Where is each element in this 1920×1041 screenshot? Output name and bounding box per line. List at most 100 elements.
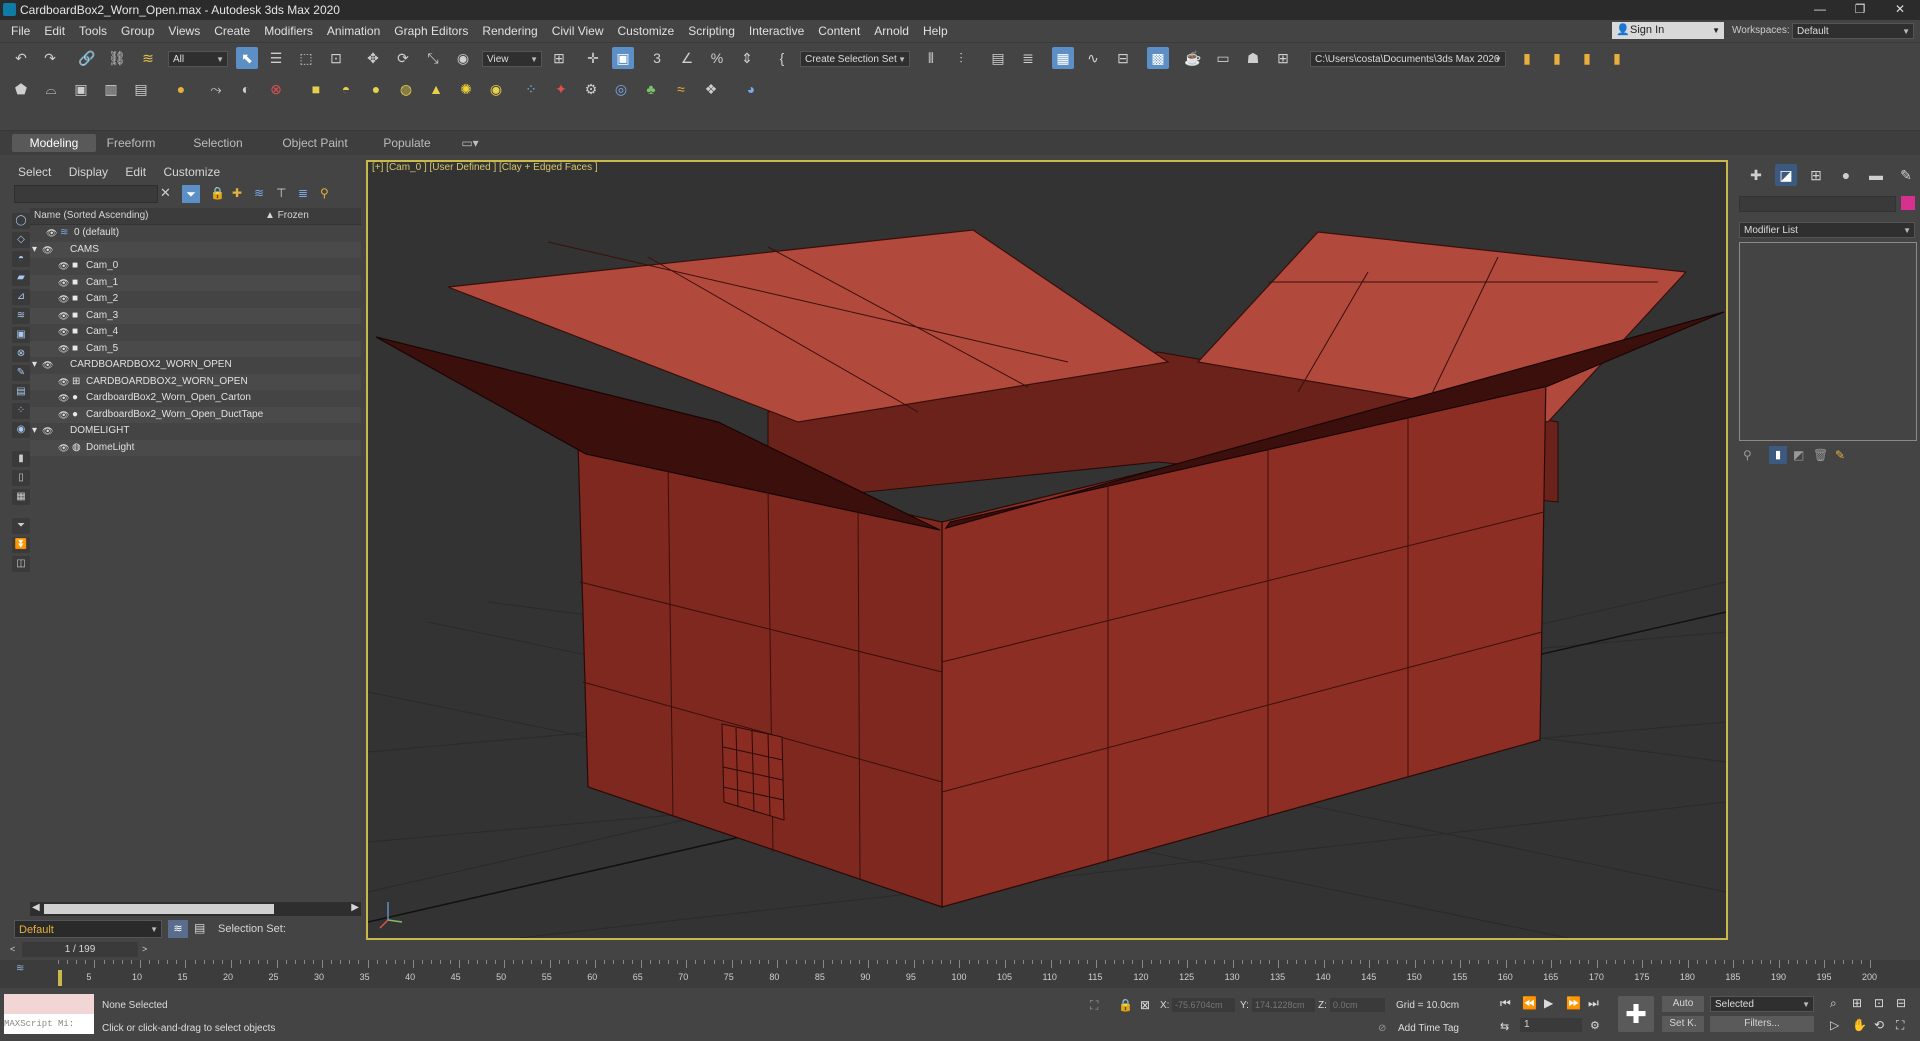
hair-icon[interactable]: ≈	[670, 78, 692, 100]
viewport-label[interactable]: [+] [Cam_0 ] [User Defined ] [Clay + Edg…	[372, 162, 598, 173]
sun-icon[interactable]: ✺	[455, 78, 477, 100]
selection-lock-icon[interactable]: 🔒	[1118, 998, 1133, 1012]
layer-explorer-icon[interactable]: ≣	[1017, 47, 1039, 69]
tree-row[interactable]: 👁 ● CardboardBox2_Worn_Open_Carton	[30, 390, 361, 406]
open-project-icon[interactable]: ▮	[1546, 47, 1568, 69]
polygon-icon[interactable]: ⬟	[10, 78, 32, 100]
menu-create[interactable]: Create	[207, 20, 257, 42]
angle-snap-icon[interactable]: ∠	[676, 47, 698, 69]
menu-scripting[interactable]: Scripting	[681, 20, 742, 42]
go-to-start-icon[interactable]: ⏮	[1500, 996, 1511, 1011]
modifier-stack-icon[interactable]: ▥	[100, 78, 122, 100]
scroll-left-icon[interactable]: ◀	[32, 902, 40, 913]
named-selection-set-dropdown[interactable]: Create Selection Set ▼	[800, 51, 910, 67]
cone-primitive-icon[interactable]: ▲	[425, 78, 447, 100]
menu-graph-editors[interactable]: Graph Editors	[387, 20, 475, 42]
hemisphere-primitive-icon[interactable]: ◓	[335, 78, 357, 100]
dynamics-icon[interactable]: ✦	[550, 78, 572, 100]
rotate-icon[interactable]: ⟳	[392, 47, 414, 69]
visibility-eye-icon[interactable]: 👁	[58, 440, 69, 456]
expand-icon[interactable]: ▾	[32, 242, 37, 258]
tree-row[interactable]: ▾ 👁 CAMS	[30, 241, 361, 258]
rendered-frame-window-icon[interactable]: ▭	[1212, 47, 1234, 69]
tree-row[interactable]: 👁 ■ Cam_3	[30, 307, 361, 324]
visibility-eye-icon[interactable]: 👁	[58, 258, 69, 274]
minimize-button[interactable]: —	[1800, 2, 1840, 18]
select-object-icon[interactable]: ⬉	[236, 47, 258, 69]
arnold-icon[interactable]: ◕	[740, 78, 762, 100]
rectangular-selection-icon[interactable]: ⬚	[295, 47, 317, 69]
unlink-icon[interactable]: ⛓	[106, 47, 128, 69]
orbit-icon[interactable]: ⟲	[1874, 1018, 1884, 1032]
tree-row[interactable]: 👁 ≋ 0 (default)	[30, 225, 361, 241]
restore-button[interactable]: ❐	[1840, 2, 1880, 18]
workspaces-dropdown[interactable]: Default ▼	[1792, 23, 1914, 39]
invert-display-icon[interactable]: ▯	[12, 470, 30, 486]
close-button[interactable]: ✕	[1880, 2, 1920, 18]
path-icon[interactable]: ⤳	[205, 78, 227, 100]
rig-icon[interactable]: ⚙	[580, 78, 602, 100]
visibility-eye-icon[interactable]: 👁	[58, 275, 69, 291]
zoom-extents-icon[interactable]: ⊡	[1874, 996, 1884, 1010]
render-in-cloud-icon[interactable]: ⊞	[1272, 47, 1294, 69]
zoom-extents-all-icon[interactable]: ⊟	[1896, 996, 1906, 1010]
stack-icon[interactable]: ≣	[298, 186, 308, 200]
key-mode-icon[interactable]: ⇆	[1500, 1020, 1509, 1033]
key-filter-dropdown[interactable]: Selected ▼	[1710, 996, 1814, 1012]
utilities-tab-icon[interactable]: ✎	[1895, 164, 1917, 186]
curve-editor-mini-icon[interactable]: ≋	[16, 963, 24, 974]
visibility-eye-icon[interactable]: 👁	[58, 308, 69, 324]
remove-modifier-icon[interactable]: 🗑	[1813, 448, 1828, 462]
menu-tools[interactable]: Tools	[72, 20, 114, 42]
menu-content[interactable]: Content	[811, 20, 867, 42]
column-frozen[interactable]: ▲ Frozen	[265, 210, 309, 221]
auto-key-button[interactable]: Auto	[1662, 996, 1704, 1012]
visibility-eye-icon[interactable]: 👁	[58, 390, 69, 406]
menu-file[interactable]: File	[4, 20, 37, 42]
x-coord-field[interactable]: -75.6704cm	[1172, 998, 1235, 1012]
tree-row[interactable]: ▾ 👁 CARDBOARDBOX2_WORN_OPEN	[30, 357, 361, 373]
layer-explorer-toggle-icon[interactable]: ≋	[168, 920, 188, 938]
visibility-eye-icon[interactable]: 👁	[42, 242, 53, 258]
object-color-swatch[interactable]	[1901, 196, 1915, 210]
current-frame-field[interactable]: 1	[1520, 1018, 1582, 1032]
display-all-icon[interactable]: ◉	[12, 422, 30, 438]
visibility-eye-icon[interactable]: 👁	[46, 225, 57, 241]
redo-icon[interactable]: ↷	[39, 47, 61, 69]
move-icon[interactable]: ✥	[362, 47, 384, 69]
ribbon-options-icon[interactable]: ▭▾	[455, 134, 485, 152]
add-time-tag[interactable]: Add Time Tag	[1398, 1023, 1459, 1034]
absolute-mode-icon[interactable]: ⊠	[1140, 998, 1150, 1012]
zoom-all-icon[interactable]: ⊞	[1852, 996, 1862, 1010]
menu-animation[interactable]: Animation	[320, 20, 387, 42]
pivot-center-icon[interactable]: ⊞	[548, 47, 570, 69]
explorer-menu-display[interactable]: Display	[69, 165, 108, 179]
viewport-icon[interactable]: ▣	[70, 78, 92, 100]
camera-sync-icon[interactable]: ◫	[12, 556, 30, 572]
expand-icon[interactable]: ▾	[32, 423, 37, 439]
schematic-view-icon[interactable]: ⊟	[1112, 47, 1134, 69]
render-setup-icon[interactable]: ☕	[1182, 47, 1204, 69]
tree-row[interactable]: 👁 ■ Cam_1	[30, 274, 361, 291]
tab-object-paint[interactable]: Object Paint	[275, 134, 355, 152]
tree-row[interactable]: 👁 ■ Cam_0	[30, 258, 361, 274]
toggle-ribbon-icon[interactable]: ▦	[1052, 47, 1074, 69]
current-layer-dropdown[interactable]: Default ▼	[14, 920, 162, 938]
bind-space-warp-icon[interactable]: ≋	[137, 47, 159, 69]
filter-toggle-icon[interactable]: ⏷	[12, 518, 30, 534]
explorer-menu-customize[interactable]: Customize	[163, 165, 220, 179]
frozen-icon[interactable]: ▦	[12, 489, 30, 505]
filter-funnel-icon[interactable]: ⏬	[12, 537, 30, 553]
select-manipulate-icon[interactable]: ✛	[582, 47, 604, 69]
display-none-icon[interactable]: ▮	[12, 451, 30, 467]
display-lights-icon[interactable]: ◓	[12, 251, 30, 267]
spinner-snap-icon[interactable]: ⇕	[736, 47, 758, 69]
time-configuration-icon[interactable]: ⚙	[1590, 1019, 1600, 1032]
sphere-primitive-icon[interactable]: ●	[365, 78, 387, 100]
light-icon[interactable]: ●	[170, 78, 192, 100]
undo-icon[interactable]: ↶	[10, 47, 32, 69]
display-helpers-icon[interactable]: ⊿	[12, 289, 30, 305]
display-containers-icon[interactable]: ▤	[12, 384, 30, 400]
set-project-folder-icon[interactable]: ▮	[1516, 47, 1538, 69]
toggle-scene-explorer-icon[interactable]: ▤	[987, 47, 1009, 69]
